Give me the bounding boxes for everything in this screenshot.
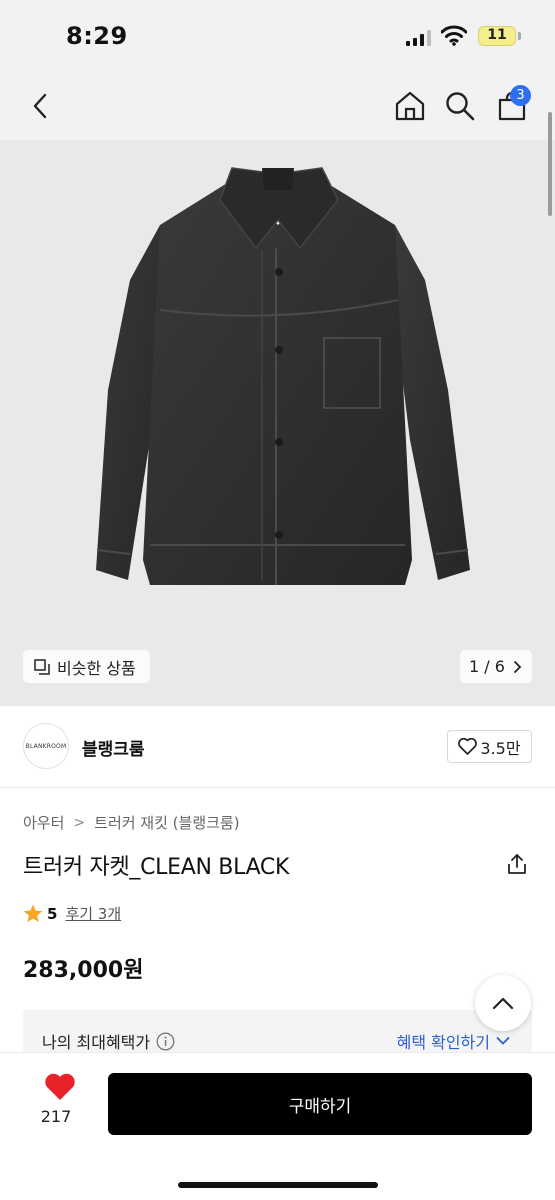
benefit-label: 나의 최대혜택가 <box>42 1033 151 1052</box>
brand-row[interactable]: BLANKROOM 블랭크룸 3.5만 <box>0 706 555 788</box>
similar-products-label: 비슷한 상품 <box>57 658 136 678</box>
benefit-label-group: 나의 최대혜택가 <box>42 1029 175 1053</box>
search-icon <box>446 92 475 121</box>
back-button[interactable] <box>18 84 62 128</box>
product-price: 283,000원 <box>23 958 144 983</box>
breadcrumb-subcategory[interactable]: 트러커 재킷 (블랭크룸) <box>94 812 239 833</box>
info-icon[interactable] <box>156 1032 175 1051</box>
brand-logo[interactable]: BLANKROOM <box>23 723 69 769</box>
similar-icon <box>34 658 50 675</box>
chevron-right-icon <box>514 660 522 673</box>
buy-button[interactable]: 구매하기 <box>108 1073 532 1135</box>
rating-score: 5 <box>47 904 58 923</box>
brand-name[interactable]: 블랭크룸 <box>82 735 145 760</box>
share-icon[interactable] <box>505 852 529 876</box>
cart-count-badge: 3 <box>510 85 531 106</box>
wishlist-count: 217 <box>40 1107 72 1126</box>
battery-indicator: 11 <box>478 26 516 46</box>
brand-like-count: 3.5만 <box>480 738 521 758</box>
brand-logo-text: BLANKROOM <box>25 742 67 750</box>
benefit-check-link[interactable]: 혜택 확인하기 <box>397 1029 510 1053</box>
chevron-right-icon: > <box>73 814 86 831</box>
chevron-down-icon <box>496 1037 510 1045</box>
star-icon <box>23 904 43 922</box>
home-indicator <box>178 1182 378 1188</box>
battery-cap <box>518 32 521 40</box>
chevron-up-icon <box>492 997 514 1010</box>
scroll-to-top-button[interactable] <box>475 975 531 1031</box>
denim-jacket-image <box>96 167 470 585</box>
product-title: 트러커 자켓_CLEAN BLACK <box>23 855 290 880</box>
search-button[interactable] <box>438 84 482 128</box>
heart-filled-icon <box>45 1073 75 1100</box>
rating-row: 5 후기 3개 <box>23 903 121 924</box>
top-nav <box>0 70 555 140</box>
wifi-icon <box>441 25 467 46</box>
scrollbar-thumb[interactable] <box>548 112 552 216</box>
home-icon <box>395 91 425 121</box>
signal-icon <box>406 30 431 46</box>
page-counter-text: 1 / 6 <box>469 657 505 676</box>
status-bar: 8:29 11 <box>0 0 555 70</box>
heart-outline-icon <box>458 738 478 755</box>
bottom-action-bar: 217 구매하기 <box>0 1052 555 1200</box>
wishlist-button[interactable]: 217 <box>32 1073 80 1133</box>
benefit-link-label: 혜택 확인하기 <box>396 1033 490 1052</box>
product-image[interactable] <box>0 140 555 706</box>
home-button[interactable] <box>388 84 432 128</box>
image-page-counter[interactable]: 1 / 6 <box>460 650 532 683</box>
similar-products-button[interactable]: 비슷한 상품 <box>23 650 150 683</box>
breadcrumb: 아우터 > 트러커 재킷 (블랭크룸) <box>23 812 240 833</box>
breadcrumb-category[interactable]: 아우터 <box>23 812 64 833</box>
status-time: 8:29 <box>66 22 128 50</box>
brand-like-button[interactable]: 3.5만 <box>447 730 532 763</box>
back-icon <box>33 93 47 119</box>
reviews-link[interactable]: 후기 3개 <box>65 903 121 924</box>
